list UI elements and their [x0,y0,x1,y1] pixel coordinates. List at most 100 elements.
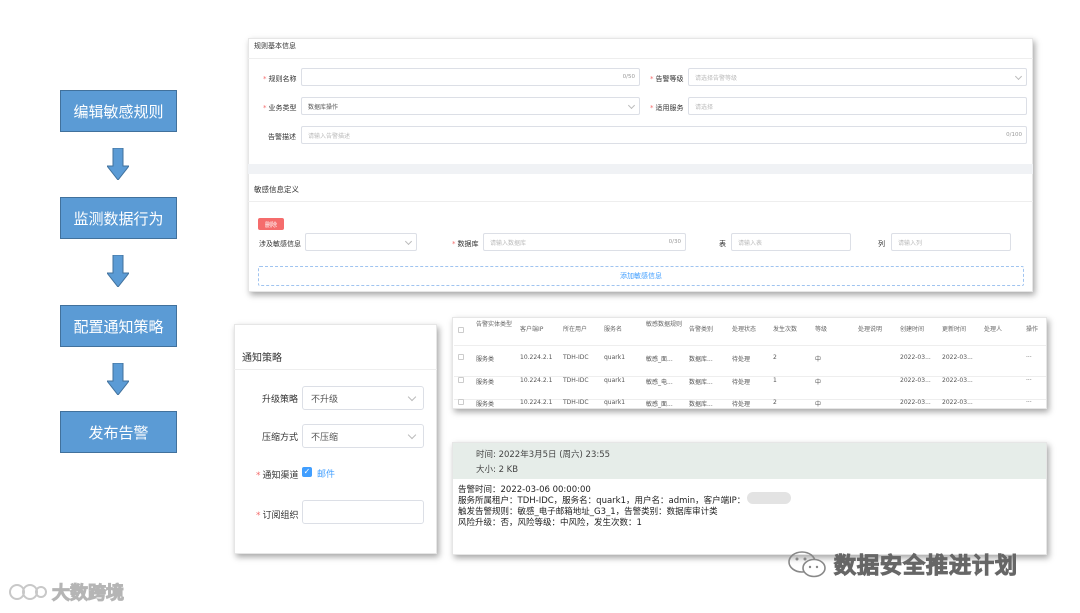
table-header-cell: 服务名 [604,326,623,333]
row-actions-menu[interactable]: ··· [1026,399,1032,406]
flow-step-notify-policy: 配置通知策略 [60,305,177,347]
desc-placeholder: 请输入告警描述 [308,132,351,140]
sensitive-info-label: 涉及敏感信息 [259,240,301,248]
table-cell: 待处理 [732,356,751,363]
table-header-cell: 告警类别 [689,326,714,333]
table-header-cell: 处理说明 [858,326,883,333]
table-cell: quark1 [604,354,626,361]
org-input[interactable] [302,500,424,524]
upgrade-value: 不升级 [311,394,339,405]
flow-step-label: 编辑敏感规则 [73,102,164,121]
table-header-cell: 等级 [815,326,828,333]
chevron-down-icon [404,237,413,246]
table-cell: 中 [815,379,822,386]
compress-value: 不压缩 [311,432,339,443]
table-header-cell: 发生次数 [773,326,798,333]
chevron-down-icon [1014,72,1023,81]
table-cell: 中 [815,401,822,408]
flow-step-label: 监测数据行为 [73,209,164,228]
col-input[interactable]: 请输入列 [891,233,1011,251]
divider [248,58,1033,59]
table-cell: 敏感_面... [646,401,673,408]
row-actions-menu[interactable]: ··· [1026,377,1032,384]
table-header-cell: 告警实体类型 [476,321,513,328]
table-input[interactable]: 请输入表 [731,233,851,251]
char-counter: 0/50 [622,74,635,80]
service-select[interactable]: 请选择 [688,97,1027,115]
table-header-cell: 所在用户 [563,326,588,333]
table-cell: quark1 [604,377,626,384]
char-counter: 0/30 [668,239,681,245]
section-title-sensitive: 敏感信息定义 [254,185,299,194]
redacted-ip [747,492,791,504]
table-header-cell: 敏感数据规则 [646,321,683,328]
chevron-down-icon [627,101,636,110]
biz-type-select[interactable]: 数据库操作 [301,97,640,115]
desc-input[interactable]: 请输入告警描述 0/100 [301,126,1027,144]
biz-type-label: 业务类型 [263,103,297,113]
table-cell: 数据库... [689,401,713,408]
table-cell: TDH-IDC [563,399,589,406]
table-header-cell: 客户端IP [520,326,544,333]
upgrade-select[interactable]: 不升级 [302,386,424,410]
divider [248,201,1033,202]
table-cell: 2022-03... [900,377,931,384]
table-cell: 数据库... [689,379,713,386]
sensitive-info-select[interactable] [305,233,417,251]
alert-level-select[interactable]: 请选择告警等级 [688,68,1027,86]
table-cell: 10.224.2.1 [520,377,553,384]
table-header-divider [454,345,1046,346]
service-label: 适用服务 [650,103,684,113]
table-cell: 数据库... [689,356,713,363]
row-checkbox[interactable] [458,354,464,360]
flow-step-edit-rules: 编辑敏感规则 [60,90,177,132]
delete-button[interactable]: 删除 [258,218,284,230]
row-actions-menu[interactable]: ··· [1026,354,1032,361]
biz-type-value: 数据库操作 [308,103,339,111]
channel-label: 通知渠道 [256,468,299,481]
select-all-checkbox[interactable] [458,327,464,333]
row-checkbox[interactable] [458,399,464,405]
desc-label: 告警描述 [268,133,296,141]
row-checkbox[interactable] [458,377,464,383]
table-cell: 服务类 [476,356,495,363]
upgrade-label: 升级策略 [262,395,299,405]
table-cell: 2022-03... [900,399,931,406]
add-sensitive-button[interactable]: 添加敏感信息 [258,266,1024,286]
table-cell: 服务类 [476,379,495,386]
col-label: 列 [878,240,885,248]
down-arrow-icon [107,255,129,287]
table-cell: 2022-03... [942,399,973,406]
mail-option-label: 邮件 [317,470,336,480]
table-cell: 待处理 [732,401,751,408]
wechat-icon [788,551,826,578]
flow-step-label: 发布告警 [88,423,149,442]
compress-select[interactable]: 不压缩 [302,424,424,448]
watermark-left-text: 大数跨境 [52,583,125,605]
section-divider [248,164,1033,174]
alert-level-placeholder: 请选择告警等级 [695,74,738,82]
table-cell: 10.224.2.1 [520,354,553,361]
down-arrow-icon [107,148,129,180]
mail-checkbox[interactable]: ✓ [302,467,312,477]
org-label: 订阅组织 [256,508,299,521]
flow-step-publish-alert: 发布告警 [60,411,177,453]
chevron-down-icon [407,392,417,402]
table-header-cell: 处理人 [984,326,1003,333]
table-cell: quark1 [604,399,626,406]
mail-size: 大小: 2 KB [476,465,519,475]
section-title-basic: 规则基本信息 [254,42,296,50]
table-cell: TDH-IDC [563,377,589,384]
watermark-right: 数据安全推进计划 [786,548,1018,580]
table-label: 表 [719,240,726,248]
watermark-left: 大数跨境 [8,579,125,605]
divider [234,369,437,370]
brand-logo-icon [9,584,47,600]
table-cell: 服务类 [476,401,495,408]
rule-name-input[interactable]: 0/50 [301,68,640,86]
col-placeholder: 请输入列 [898,239,923,247]
table-header-cell: 处理状态 [732,326,757,333]
table-cell: 2022-03... [942,354,973,361]
flow-step-monitor: 监测数据行为 [60,197,177,239]
db-input[interactable]: 请输入数据库 0/30 [483,233,686,251]
